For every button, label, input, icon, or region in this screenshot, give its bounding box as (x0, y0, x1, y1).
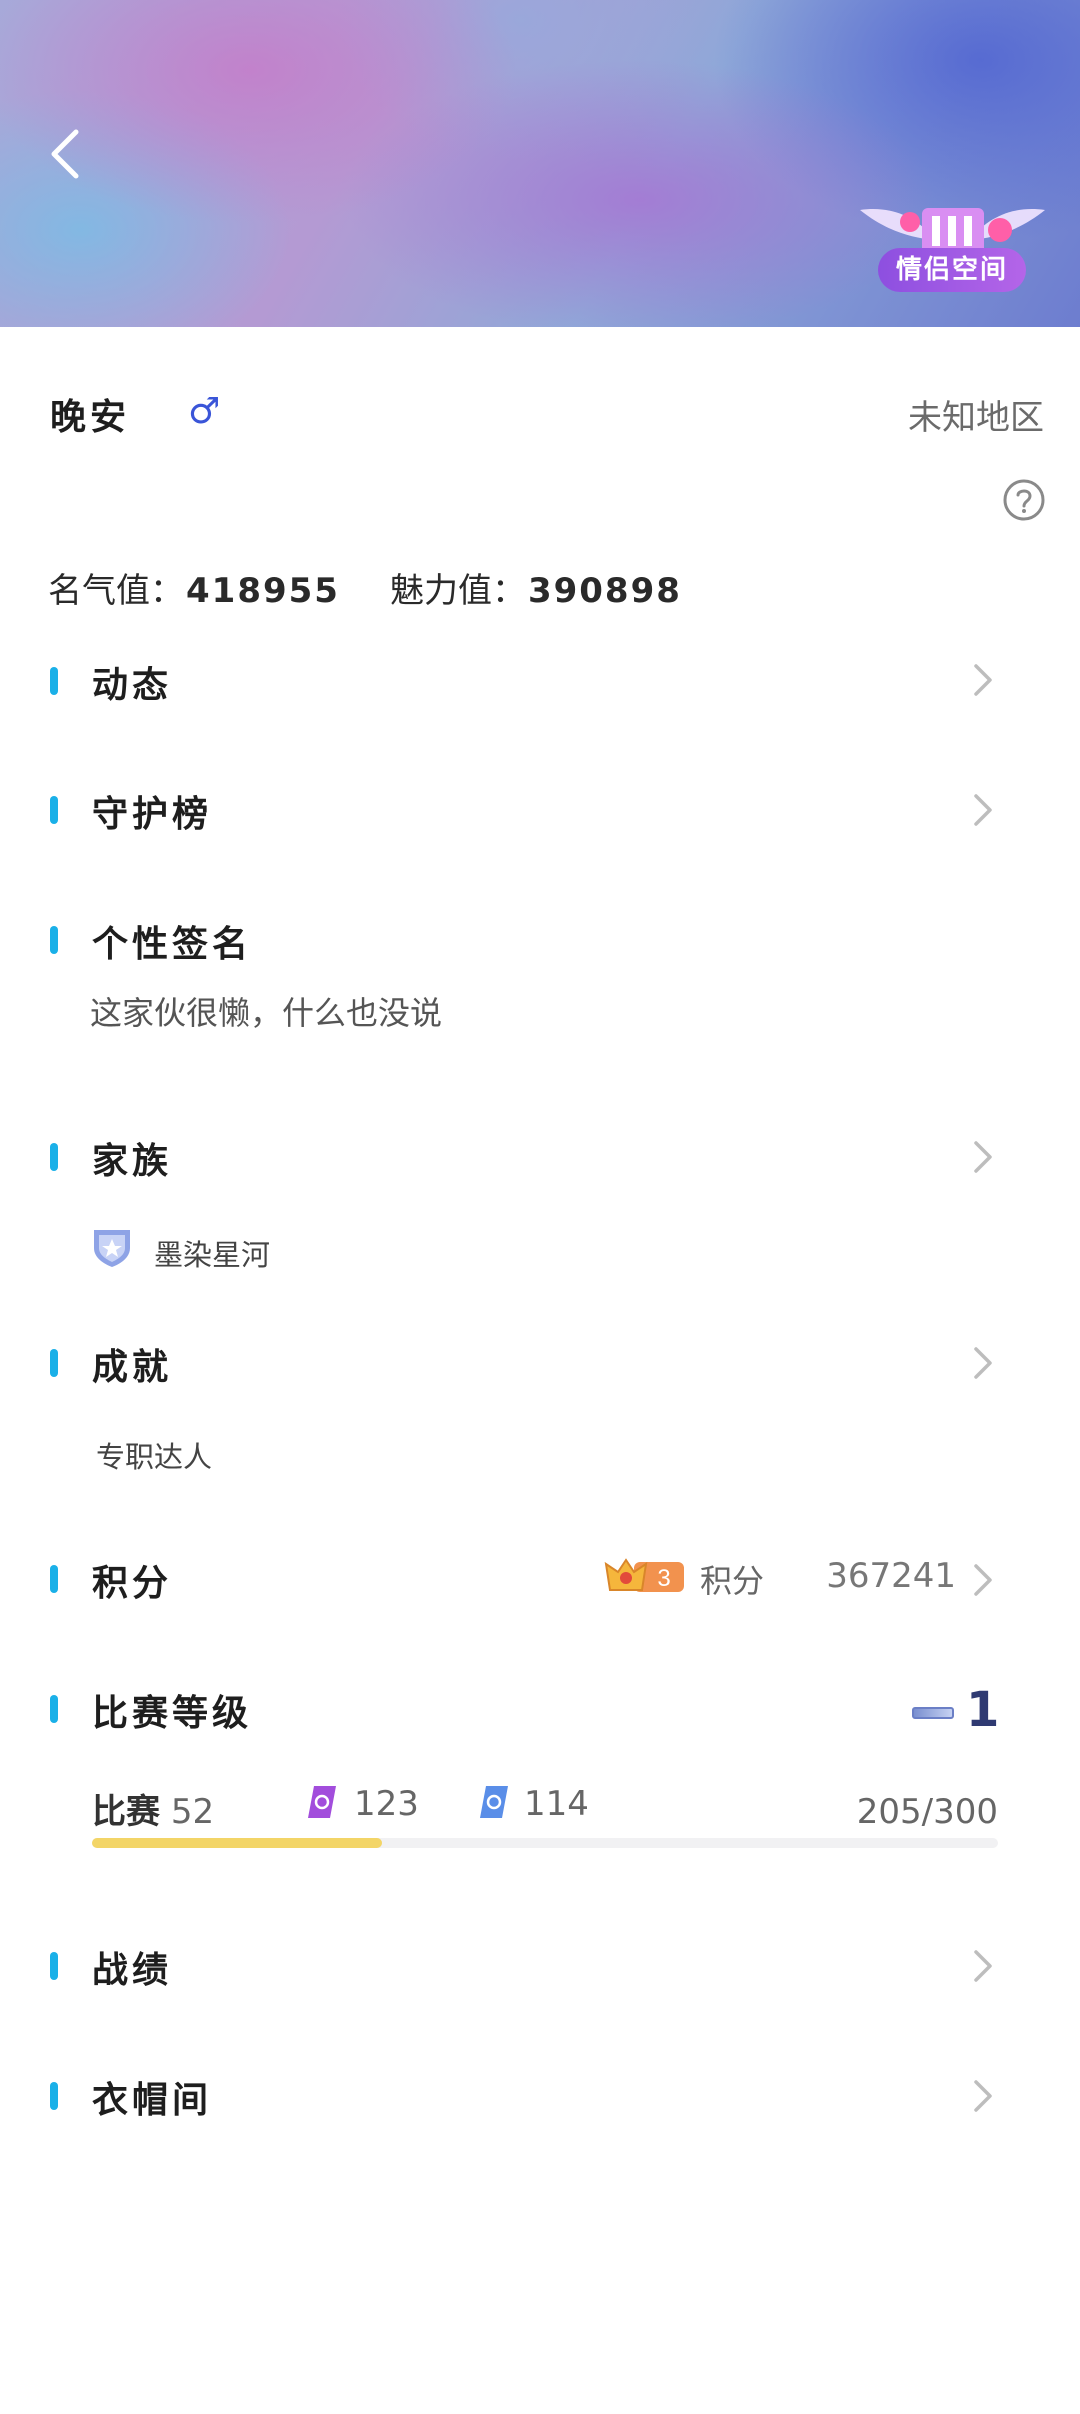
progress-fill (92, 1838, 382, 1848)
progress-text: 205/300 (856, 1792, 998, 1832)
couple-space-button[interactable]: 情侣空间 (840, 200, 1065, 300)
points-label: 积分 (700, 1562, 765, 1600)
stats-line: 名气值：418955 魅力值：390898 (48, 563, 682, 612)
couple-space-label: 情侣空间 (878, 248, 1026, 292)
section-accent-bar (50, 2082, 58, 2110)
moments-title: 动态 (92, 665, 173, 706)
wardrobe-title: 衣帽间 (92, 2080, 213, 2121)
signature-text: 这家伙很懒，什么也没说 (90, 994, 443, 1032)
guard-rank-title: 守护榜 (92, 794, 213, 835)
help-icon[interactable] (1002, 478, 1046, 522)
match-count-value: 52 (170, 1792, 215, 1832)
points-value: 367241 (826, 1556, 956, 1596)
chevron-right-icon (970, 790, 996, 830)
family-name[interactable]: 墨染星河 (154, 1232, 270, 1274)
chevron-right-icon (970, 2076, 996, 2116)
purple-ticket-icon (308, 1786, 336, 1818)
chevron-right-icon (970, 660, 996, 700)
achievement-title: 成就 (92, 1347, 173, 1388)
section-accent-bar (50, 926, 58, 954)
points-title: 积分 (92, 1563, 173, 1604)
section-accent-bar (50, 1695, 58, 1723)
match-level-number: 1 (966, 1682, 1000, 1738)
purple-ticket-count: 123 (354, 1784, 419, 1824)
record-title: 战绩 (92, 1950, 173, 1991)
level-bar-icon (912, 1707, 954, 1719)
match-level-title: 比赛等级 (92, 1693, 253, 1734)
male-gender-icon: ♂ (188, 391, 221, 432)
back-arrow-icon (51, 129, 79, 179)
points-badge-level: 3 (657, 1565, 670, 1592)
signature-title: 个性签名 (92, 924, 253, 965)
section-accent-bar (50, 1952, 58, 1980)
section-accent-bar (50, 1349, 58, 1377)
section-accent-bar (50, 667, 58, 695)
chevron-right-icon (970, 1560, 996, 1600)
fame-label: 名气值： (48, 571, 184, 611)
region-text: 未知地区 (908, 398, 1044, 438)
family-title: 家族 (92, 1141, 173, 1182)
blue-ticket-icon (480, 1786, 508, 1818)
user-name: 晚安 (50, 397, 131, 438)
charm-label: 魅力值： (389, 571, 526, 611)
family-shield-icon (94, 1230, 130, 1267)
chevron-right-icon (970, 1137, 996, 1177)
achievement-text: 专职达人 (96, 1440, 213, 1474)
section-accent-bar (50, 1565, 58, 1593)
match-count: 比赛 52 (92, 1784, 214, 1833)
section-accent-bar (50, 796, 58, 824)
points-rank-badge-icon: 3 (604, 1558, 684, 1592)
back-button[interactable] (44, 124, 88, 184)
charm-value: 390898 (527, 571, 682, 611)
section-accent-bar (50, 1143, 58, 1171)
blue-ticket-count: 114 (524, 1784, 589, 1824)
chevron-right-icon (970, 1946, 996, 1986)
fame-value: 418955 (186, 571, 340, 611)
chevron-right-icon (970, 1343, 996, 1383)
match-label: 比赛 (92, 1792, 160, 1832)
